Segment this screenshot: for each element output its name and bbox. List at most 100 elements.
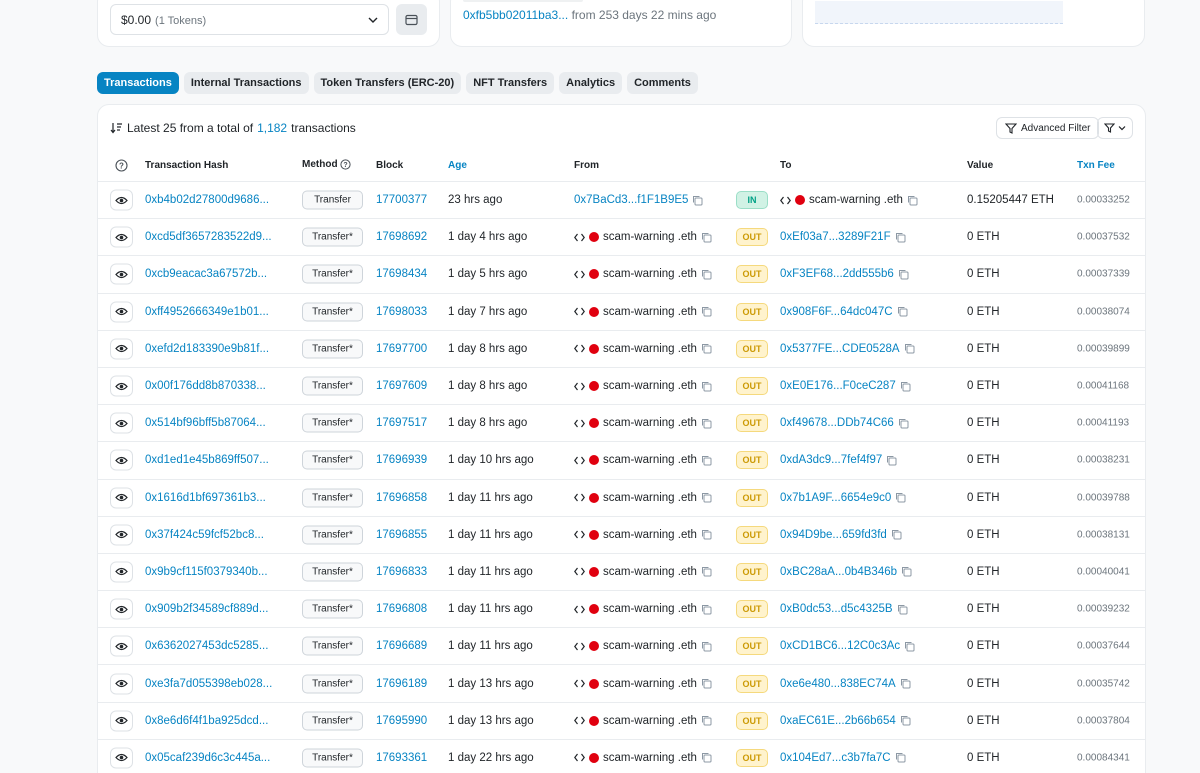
tab-comments[interactable]: Comments <box>627 72 698 94</box>
copy-icon[interactable] <box>891 529 902 540</box>
from-scam-name[interactable]: scam-warning .eth <box>603 715 697 727</box>
block-link[interactable]: 17693361 <box>376 752 427 764</box>
to-address-link[interactable]: 0xe6e480...838EC74A <box>780 678 896 690</box>
from-scam-name[interactable]: scam-warning .eth <box>603 678 697 690</box>
tab-nft-transfers[interactable]: NFT Transfers <box>466 72 555 94</box>
to-address-link[interactable]: 0xB0dc53...d5c4325B <box>780 603 893 615</box>
copy-icon[interactable] <box>897 604 908 615</box>
txn-hash-link[interactable]: 0xefd2d183390e9b81f... <box>145 343 269 355</box>
eye-icon[interactable] <box>110 338 133 360</box>
from-scam-name[interactable]: scam-warning .eth <box>603 640 697 652</box>
from-scam-name[interactable]: scam-warning .eth <box>603 529 697 541</box>
to-address-link[interactable]: 0xCD1BC6...12C0c3Ac <box>780 640 900 652</box>
eye-icon[interactable] <box>110 263 133 285</box>
eye-icon[interactable] <box>110 449 133 471</box>
block-link[interactable]: 17697517 <box>376 417 427 429</box>
eye-icon[interactable] <box>110 412 133 434</box>
copy-icon[interactable] <box>886 455 897 466</box>
copy-icon[interactable] <box>904 641 915 652</box>
to-address-link[interactable]: 0xE0E176...F0ceC287 <box>780 380 896 392</box>
txn-hash-link[interactable]: 0x1616d1bf697361b3... <box>145 492 266 504</box>
help-circle-icon[interactable]: ? <box>115 159 128 175</box>
eye-icon[interactable] <box>110 189 133 211</box>
copy-icon[interactable] <box>692 195 703 206</box>
to-address-link[interactable]: 0xf49678...DDb74C66 <box>780 417 894 429</box>
txn-hash-link[interactable]: 0x6362027453dc5285... <box>145 640 268 652</box>
copy-icon[interactable] <box>701 269 712 280</box>
from-scam-name[interactable]: scam-warning .eth <box>603 752 697 764</box>
from-scam-name[interactable]: scam-warning .eth <box>603 306 697 318</box>
copy-icon[interactable] <box>701 641 712 652</box>
copy-icon[interactable] <box>895 492 906 503</box>
to-address-link[interactable]: 0x7b1A9F...6654e9c0 <box>780 492 891 504</box>
from-scam-name[interactable]: scam-warning .eth <box>603 603 697 615</box>
col-age[interactable]: Age <box>448 160 467 171</box>
tab-internal-transactions[interactable]: Internal Transactions <box>183 72 309 94</box>
eye-icon[interactable] <box>110 301 133 323</box>
from-scam-name[interactable]: scam-warning .eth <box>603 268 697 280</box>
eye-icon[interactable] <box>110 710 133 732</box>
copy-icon[interactable] <box>701 529 712 540</box>
tab-token-transfers-erc-20[interactable]: Token Transfers (ERC-20) <box>313 72 462 94</box>
eye-icon[interactable] <box>110 524 133 546</box>
copy-icon[interactable] <box>701 455 712 466</box>
from-scam-name[interactable]: scam-warning .eth <box>603 566 697 578</box>
copy-icon[interactable] <box>898 269 909 280</box>
from-scam-name[interactable]: scam-warning .eth <box>603 343 697 355</box>
txn-hash-link[interactable]: 0xb4b02d27800d9686... <box>145 194 269 206</box>
from-address-link[interactable]: 0x7BaCd3...f1F1B9E5 <box>574 194 688 206</box>
copy-icon[interactable] <box>898 418 909 429</box>
copy-icon[interactable] <box>900 381 911 392</box>
txn-hash-link[interactable]: 0x05caf239d6c3c445a... <box>145 752 270 764</box>
block-link[interactable]: 17696689 <box>376 640 427 652</box>
to-address-link[interactable]: 0xBC28aA...0b4B346b <box>780 566 897 578</box>
to-scam-name[interactable]: scam-warning .eth <box>809 194 903 206</box>
copy-icon[interactable] <box>701 343 712 354</box>
to-address-link[interactable]: 0xEf03a7...3289F21F <box>780 231 891 243</box>
block-link[interactable]: 17695990 <box>376 715 427 727</box>
to-address-link[interactable]: 0x94D9be...659fd3fd <box>780 529 887 541</box>
eye-icon[interactable] <box>110 598 133 620</box>
txn-hash-link[interactable]: 0x909b2f34589cf889d... <box>145 603 268 615</box>
to-address-link[interactable]: 0xdA3dc9...7fef4f97 <box>780 454 882 466</box>
advanced-filter-button[interactable]: Advanced Filter <box>996 117 1100 139</box>
txn-hash-link[interactable]: 0x9b9cf115f0379340b... <box>145 566 268 578</box>
wallet-icon-button[interactable] <box>396 4 427 35</box>
copy-icon[interactable] <box>895 232 906 243</box>
copy-icon[interactable] <box>904 343 915 354</box>
eye-icon[interactable] <box>110 226 133 248</box>
copy-icon[interactable] <box>907 195 918 206</box>
block-link[interactable]: 17697609 <box>376 380 427 392</box>
copy-icon[interactable] <box>900 715 911 726</box>
copy-icon[interactable] <box>895 752 906 763</box>
txn-hash-link[interactable]: 0xd1ed1e45b869ff507... <box>145 454 269 466</box>
txn-hash-link[interactable]: 0xcd5df3657283522d9... <box>145 231 272 243</box>
copy-icon[interactable] <box>701 418 712 429</box>
from-scam-name[interactable]: scam-warning .eth <box>603 231 697 243</box>
to-address-link[interactable]: 0xaEC61E...2b66b654 <box>780 715 896 727</box>
txn-hash-link[interactable]: 0x00f176dd8b870338... <box>145 380 266 392</box>
eye-icon[interactable] <box>110 561 133 583</box>
copy-icon[interactable] <box>701 381 712 392</box>
block-link[interactable]: 17696833 <box>376 566 427 578</box>
tab-analytics[interactable]: Analytics <box>559 72 623 94</box>
from-scam-name[interactable]: scam-warning .eth <box>603 380 697 392</box>
txn-hash-link[interactable]: 0x37f424c59fcf52bc8... <box>145 529 264 541</box>
token-holdings-dropdown[interactable]: $0.00 (1 Tokens) <box>110 4 389 35</box>
from-scam-name[interactable]: scam-warning .eth <box>603 454 697 466</box>
col-txn-fee[interactable]: Txn Fee <box>1077 160 1115 171</box>
block-link[interactable]: 17696858 <box>376 492 427 504</box>
to-address-link[interactable]: 0x104Ed7...c3b7fa7C <box>780 752 891 764</box>
to-address-link[interactable]: 0x5377FE...CDE0528A <box>780 343 900 355</box>
copy-icon[interactable] <box>701 678 712 689</box>
block-link[interactable]: 17698434 <box>376 268 427 280</box>
txn-hash-link[interactable]: 0xff4952666349e1b01... <box>145 306 269 318</box>
eye-icon[interactable] <box>110 487 133 509</box>
copy-icon[interactable] <box>701 306 712 317</box>
copy-icon[interactable] <box>701 715 712 726</box>
eye-icon[interactable] <box>110 673 133 695</box>
copy-icon[interactable] <box>701 232 712 243</box>
copy-icon[interactable] <box>701 604 712 615</box>
block-link[interactable]: 17696939 <box>376 454 427 466</box>
block-link[interactable]: 17697700 <box>376 343 427 355</box>
